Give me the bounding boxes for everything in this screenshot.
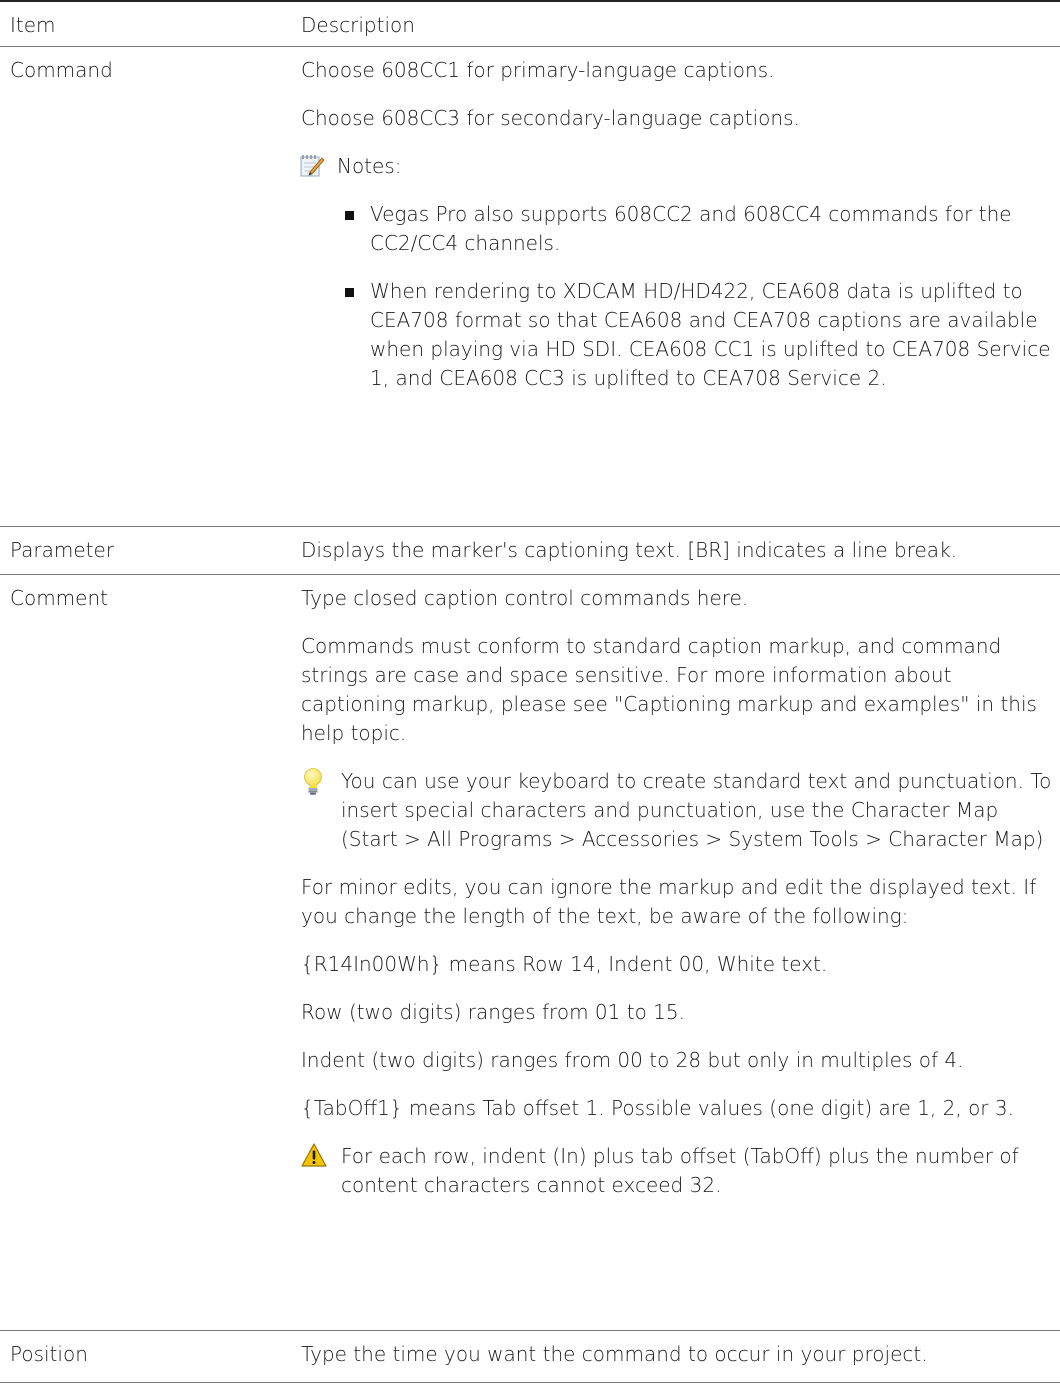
lightbulb-icon bbox=[301, 767, 329, 805]
list-item: When rendering to XDCAM HD/HD422, CEA608… bbox=[345, 277, 1060, 393]
table-row-parameter: Parameter Displays the marker's captioni… bbox=[0, 526, 1060, 574]
command-secondary-text: Choose 608CC3 for secondary-language cap… bbox=[301, 106, 800, 130]
command-primary-text: Choose 608CC1 for primary-language capti… bbox=[301, 58, 775, 82]
warning-callout: For each row, indent (In) plus tab offse… bbox=[301, 1142, 1060, 1200]
notes-label: Notes: bbox=[337, 154, 402, 178]
item-command: Command bbox=[10, 58, 113, 82]
table-row-comment: Comment Type closed caption control comm… bbox=[0, 574, 1060, 1330]
comment-intro-text: Type closed caption control commands her… bbox=[301, 586, 749, 610]
comment-indent-range-text: Indent (two digits) ranges from 00 to 28… bbox=[301, 1048, 964, 1072]
note-bullet-text: When rendering to XDCAM HD/HD422, CEA608… bbox=[370, 279, 1051, 390]
description-parameter: Displays the marker's captioning text. [… bbox=[301, 538, 958, 562]
table-row-command: Command Choose 608CC1 for primary-langua… bbox=[0, 46, 1060, 526]
notepad-pencil-icon bbox=[299, 152, 325, 178]
warning-triangle-icon bbox=[301, 1142, 329, 1176]
item-parameter: Parameter bbox=[10, 538, 115, 562]
tip-callout: You can use your keyboard to create stan… bbox=[301, 767, 1060, 854]
table-header-row: Item Description bbox=[0, 0, 1060, 46]
list-item: Vegas Pro also supports 608CC2 and 608CC… bbox=[345, 200, 1060, 258]
header-description: Description bbox=[301, 12, 415, 37]
description-comment: Type closed caption control commands her… bbox=[301, 575, 1060, 1330]
header-item: Item bbox=[10, 12, 56, 37]
warning-text: For each row, indent (In) plus tab offse… bbox=[341, 1144, 1019, 1197]
comment-row-range-text: Row (two digits) ranges from 01 to 15. bbox=[301, 1000, 685, 1024]
description-command: Choose 608CC1 for primary-language capti… bbox=[299, 47, 1060, 526]
bullet-marker bbox=[345, 288, 354, 297]
comment-row-code-text: {R14In00Wh} means Row 14, Indent 00, Whi… bbox=[301, 952, 828, 976]
item-comment: Comment bbox=[10, 586, 108, 610]
bullet-marker bbox=[345, 211, 354, 220]
item-position: Position bbox=[10, 1342, 88, 1366]
tip-text: You can use your keyboard to create stan… bbox=[341, 769, 1052, 851]
note-bullet-text: Vegas Pro also supports 608CC2 and 608CC… bbox=[370, 202, 1012, 255]
comment-markup-text: Commands must conform to standard captio… bbox=[301, 634, 1037, 745]
notes-callout: Notes: bbox=[299, 152, 1060, 181]
comment-minor-edits-text: For minor edits, you can ignore the mark… bbox=[301, 875, 1037, 928]
table-row-position: Position Type the time you want the comm… bbox=[0, 1330, 1060, 1383]
comment-taboff-text: {TabOff1} means Tab offset 1. Possible v… bbox=[301, 1096, 1014, 1120]
description-table: Item Description Command Choose 608CC1 f… bbox=[0, 0, 1060, 1383]
notes-list: Vegas Pro also supports 608CC2 and 608CC… bbox=[301, 200, 1060, 393]
description-position: Type the time you want the command to oc… bbox=[301, 1342, 928, 1366]
